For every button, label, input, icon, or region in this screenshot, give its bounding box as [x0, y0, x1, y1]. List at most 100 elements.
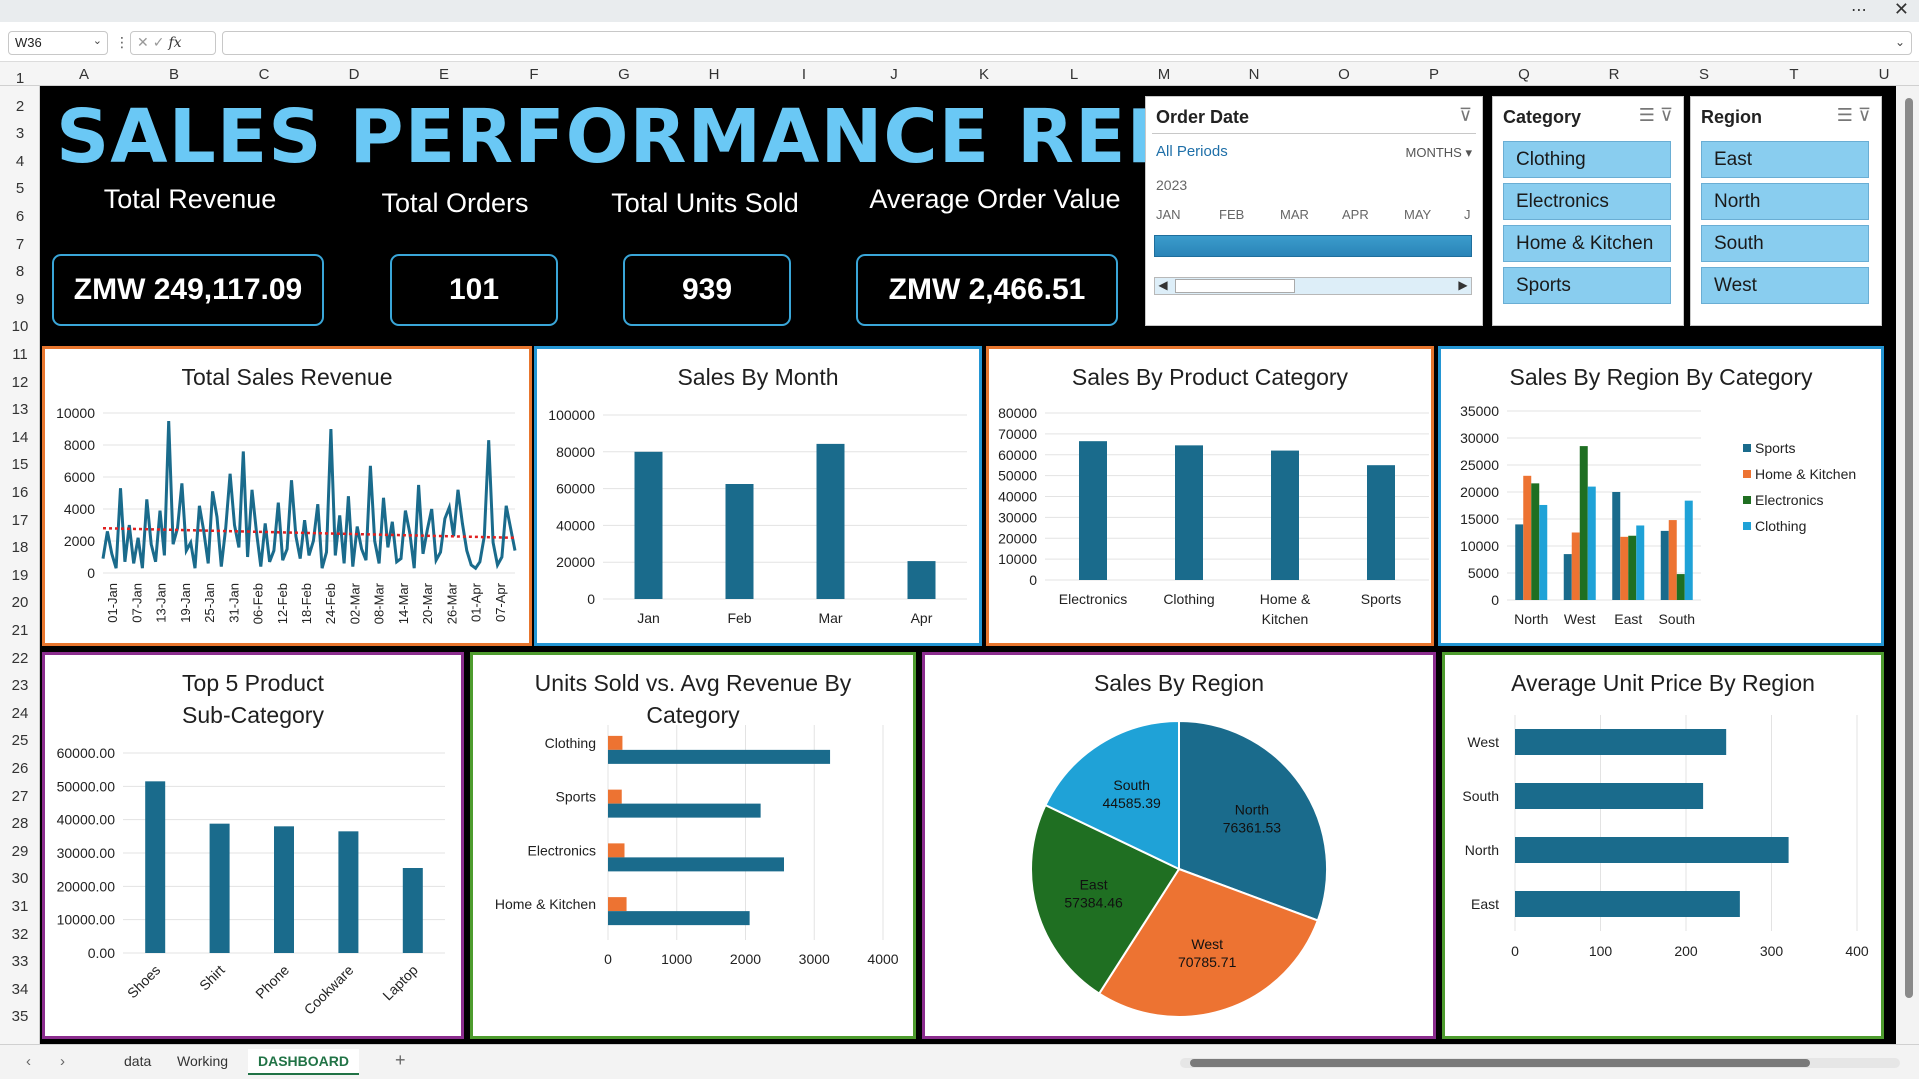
slicer-item-electronics[interactable]: Electronics — [1503, 183, 1671, 220]
timeline-month-jan[interactable]: JAN — [1156, 207, 1181, 222]
column-header-u[interactable]: U — [1864, 66, 1904, 83]
timeline-selection-bar[interactable] — [1154, 235, 1472, 257]
column-header-b[interactable]: B — [154, 66, 194, 83]
column-header-m[interactable]: M — [1144, 66, 1184, 83]
slicer-item-north[interactable]: North — [1701, 183, 1869, 220]
vertical-scrollbar[interactable] — [1900, 86, 1919, 1044]
row-header-4[interactable]: 4 — [0, 153, 40, 170]
chevron-down-icon[interactable]: ⌄ — [93, 34, 102, 47]
column-header-q[interactable]: Q — [1504, 66, 1544, 83]
row-header-1[interactable]: 1 — [0, 70, 40, 87]
name-box[interactable]: W36 ⌄ — [8, 31, 108, 55]
row-header-30[interactable]: 30 — [0, 870, 40, 887]
row-header-27[interactable]: 27 — [0, 788, 40, 805]
chart-total-sales-revenue[interactable]: Total Sales Revenue 0 2000 4000 6000 8000 100… — [42, 346, 532, 646]
formula-input[interactable]: ⌄ — [222, 31, 1912, 55]
close-icon[interactable]: ✕ — [1894, 0, 1909, 20]
row-header-19[interactable]: 19 — [0, 567, 40, 584]
row-header-32[interactable]: 32 — [0, 926, 40, 943]
timeline-scrollbar[interactable]: ◀ ▶ — [1154, 277, 1472, 295]
column-header-a[interactable]: A — [64, 66, 104, 83]
row-header-28[interactable]: 28 — [0, 815, 40, 832]
row-header-21[interactable]: 21 — [0, 622, 40, 639]
row-header-11[interactable]: 11 — [0, 346, 40, 363]
multi-select-filter-icon[interactable]: ☰ ⊽ — [1837, 105, 1871, 126]
timeline-month-mar[interactable]: MAR — [1280, 207, 1309, 222]
row-header-22[interactable]: 22 — [0, 650, 40, 667]
row-header-14[interactable]: 14 — [0, 429, 40, 446]
multi-select-filter-icon[interactable]: ☰ ⊽ — [1639, 105, 1673, 126]
row-header-25[interactable]: 25 — [0, 732, 40, 749]
row-header-29[interactable]: 29 — [0, 843, 40, 860]
timeline-month-jun[interactable]: J — [1464, 207, 1471, 222]
slicer-item-east[interactable]: East — [1701, 141, 1869, 178]
scroll-right-icon[interactable]: ▶ — [1455, 278, 1471, 292]
timeline-level-dropdown[interactable]: MONTHS ▾ — [1406, 145, 1473, 161]
row-header-20[interactable]: 20 — [0, 594, 40, 611]
chart-avg-unit-price-by-region[interactable]: Average Unit Price By Region 0 100 200 300 4… — [1442, 652, 1884, 1039]
column-header-d[interactable]: D — [334, 66, 374, 83]
add-sheet-button[interactable]: + — [395, 1050, 406, 1071]
horizontal-scroll-thumb[interactable] — [1190, 1059, 1810, 1067]
column-header-n[interactable]: N — [1234, 66, 1274, 83]
cancel-icon[interactable]: ✕ — [137, 34, 153, 50]
row-header-12[interactable]: 12 — [0, 374, 40, 391]
row-header-15[interactable]: 15 — [0, 456, 40, 473]
expand-formula-icon[interactable]: ⌄ — [1895, 35, 1905, 49]
slicer-item-south[interactable]: South — [1701, 225, 1869, 262]
slicer-item-home-kitchen[interactable]: Home & Kitchen — [1503, 225, 1671, 262]
column-header-e[interactable]: E — [424, 66, 464, 83]
row-header-10[interactable]: 10 — [0, 318, 40, 335]
row-header-23[interactable]: 23 — [0, 677, 40, 694]
column-header-r[interactable]: R — [1594, 66, 1634, 83]
row-header-8[interactable]: 8 — [0, 263, 40, 280]
column-header-f[interactable]: F — [514, 66, 554, 83]
row-header-7[interactable]: 7 — [0, 236, 40, 253]
column-header-s[interactable]: S — [1684, 66, 1724, 83]
column-header-i[interactable]: I — [784, 66, 824, 83]
sheet-tab-working[interactable]: Working — [177, 1053, 228, 1069]
row-header-2[interactable]: 2 — [0, 98, 40, 115]
row-header-34[interactable]: 34 — [0, 981, 40, 998]
row-header-6[interactable]: 6 — [0, 208, 40, 225]
chart-top5-subcategory[interactable]: Top 5 Product Sub-Category 0.00 10000.00 20… — [42, 652, 464, 1039]
next-sheet-icon[interactable]: › — [60, 1053, 65, 1070]
column-header-t[interactable]: T — [1774, 66, 1814, 83]
enter-icon[interactable]: ✓ — [153, 34, 169, 50]
insert-function-icon[interactable]: fx — [168, 35, 181, 51]
horizontal-scrollbar[interactable] — [1180, 1058, 1900, 1068]
chart-sales-by-month[interactable]: Sales By Month 0 20000 40000 60000 80000 1000… — [534, 346, 982, 646]
column-header-o[interactable]: O — [1324, 66, 1364, 83]
column-header-p[interactable]: P — [1414, 66, 1454, 83]
column-header-l[interactable]: L — [1054, 66, 1094, 83]
scroll-left-icon[interactable]: ◀ — [1155, 278, 1171, 292]
row-header-5[interactable]: 5 — [0, 180, 40, 197]
more-options-icon[interactable]: ⋯ — [1851, 0, 1867, 20]
row-header-16[interactable]: 16 — [0, 484, 40, 501]
chart-units-vs-avg-revenue[interactable]: Units Sold vs. Avg Revenue By Category 01… — [470, 652, 916, 1039]
sheet-tab-data[interactable]: data — [124, 1053, 151, 1069]
chart-sales-by-product-category[interactable]: Sales By Product Category 0 10000 20000 300… — [986, 346, 1434, 646]
column-header-c[interactable]: C — [244, 66, 284, 83]
timeline-month-feb[interactable]: FEB — [1219, 207, 1244, 222]
timeline-scroll-thumb[interactable] — [1175, 279, 1295, 293]
column-header-g[interactable]: G — [604, 66, 644, 83]
vertical-scroll-thumb[interactable] — [1905, 98, 1913, 998]
row-header-9[interactable]: 9 — [0, 291, 40, 308]
row-header-3[interactable]: 3 — [0, 125, 40, 142]
timeline-month-apr[interactable]: APR — [1342, 207, 1369, 222]
row-header-24[interactable]: 24 — [0, 705, 40, 722]
row-header-35[interactable]: 35 — [0, 1008, 40, 1025]
slicer-item-clothing[interactable]: Clothing — [1503, 141, 1671, 178]
slicer-item-west[interactable]: West — [1701, 267, 1869, 304]
row-header-18[interactable]: 18 — [0, 539, 40, 556]
prev-sheet-icon[interactable]: ‹ — [26, 1053, 31, 1070]
row-header-17[interactable]: 17 — [0, 512, 40, 529]
row-header-26[interactable]: 26 — [0, 760, 40, 777]
column-header-k[interactable]: K — [964, 66, 1004, 83]
slicer-item-sports[interactable]: Sports — [1503, 267, 1671, 304]
chart-sales-by-region-by-category[interactable]: Sales By Region By Category 0 5000 10000 15… — [1438, 346, 1884, 646]
row-header-33[interactable]: 33 — [0, 953, 40, 970]
clear-filter-icon[interactable]: ⊽ — [1459, 105, 1472, 126]
chart-sales-by-region[interactable]: Sales By Region North 76361.53 West 70785.7… — [922, 652, 1436, 1039]
